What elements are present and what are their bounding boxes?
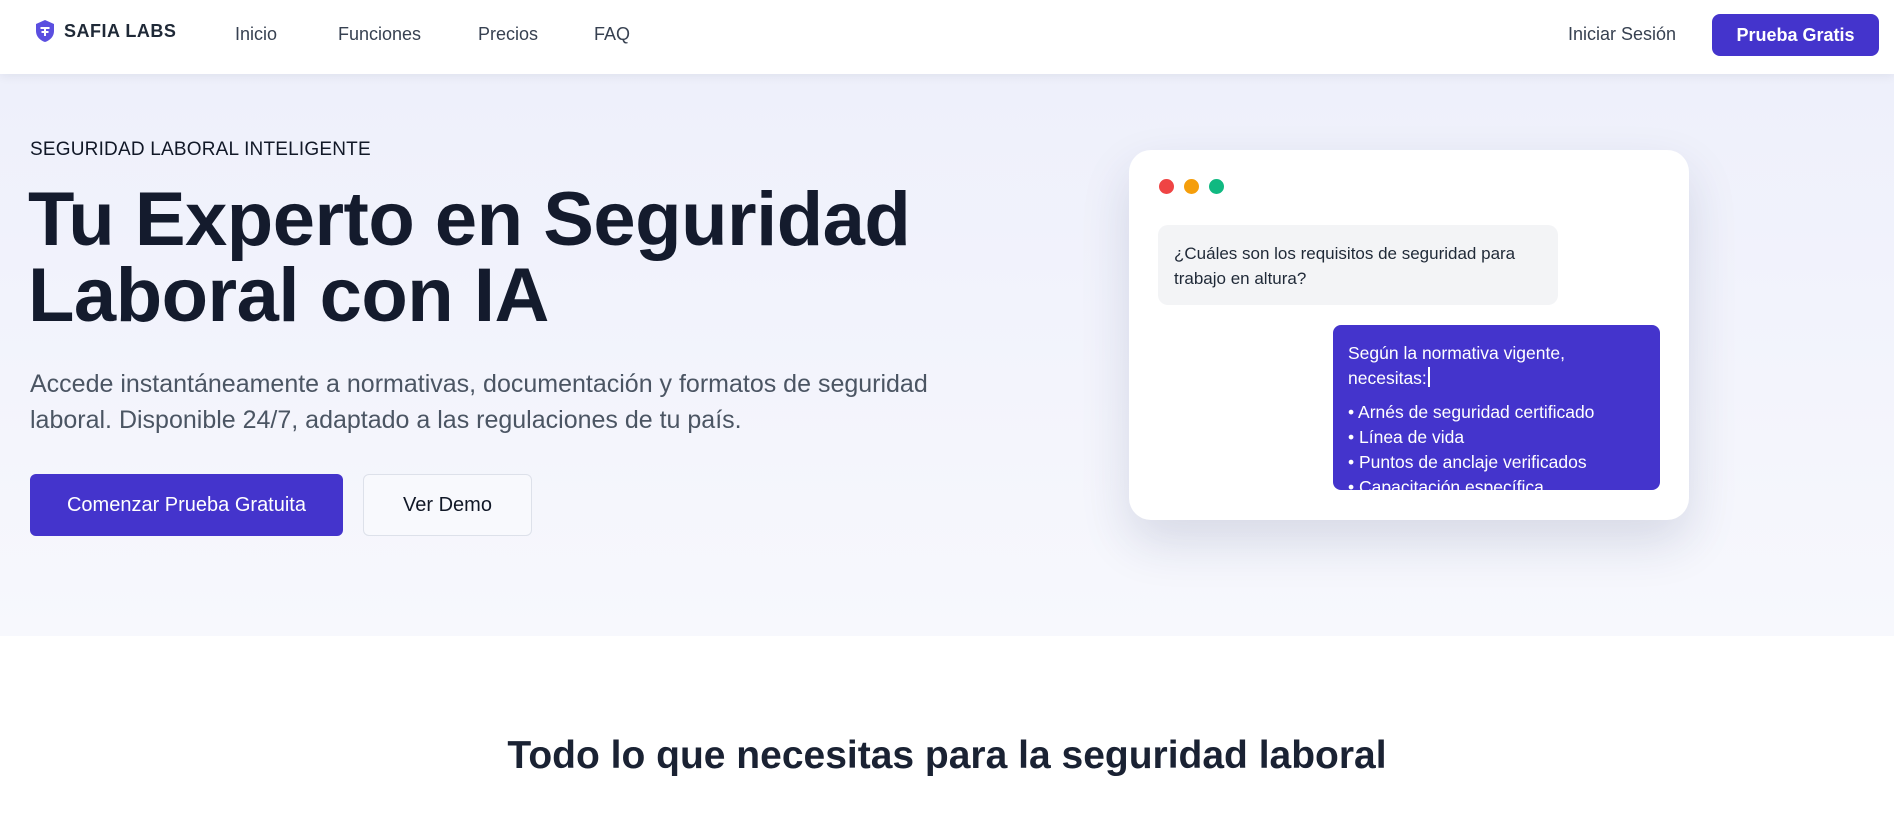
- ai-response-bubble: Según la normativa vigente, necesitas: •…: [1333, 325, 1660, 497]
- brand-name: SAFIA LABS: [64, 20, 177, 41]
- view-demo-button[interactable]: Ver Demo: [363, 474, 532, 536]
- brand-logo[interactable]: SAFIA LABS: [34, 19, 176, 43]
- hero-eyebrow: SEGURIDAD LABORAL INTELIGENTE: [30, 139, 371, 160]
- top-navbar: SAFIA LABS Inicio Funciones Precios FAQ …: [0, 0, 1894, 74]
- hero-title-line-1: Tu Experto en Seguridad: [28, 177, 911, 262]
- ai-response-intro: Según la normativa vigente, necesitas:: [1348, 343, 1565, 388]
- user-message-bubble: ¿Cuáles son los requisitos de seguridad …: [1158, 225, 1558, 305]
- hero-subtitle-line-2: laboral. Disponible 24/7, adaptado a las…: [30, 406, 742, 434]
- ai-response-item: • Puntos de anclaje verificados: [1348, 452, 1587, 472]
- hero-title: Tu Experto en Seguridad Laboral con IA: [28, 182, 1008, 334]
- ai-response-list: • Arnés de seguridad certificado • Línea…: [1348, 400, 1645, 500]
- features-section-title: Todo lo que necesitas para la seguridad …: [507, 734, 1387, 777]
- chat-preview-card: ¿Cuáles son los requisitos de seguridad …: [1129, 150, 1689, 520]
- hero-subtitle: Accede instantáneamente a normativas, do…: [30, 366, 980, 438]
- typing-caret: [1427, 367, 1430, 387]
- hero-title-line-2: Laboral con IA: [28, 253, 549, 338]
- shield-logo-icon: [36, 20, 54, 42]
- free-trial-nav-button[interactable]: Prueba Gratis: [1712, 14, 1879, 56]
- ai-response-item: • Capacitación específica: [1348, 477, 1544, 497]
- window-dot-yellow: [1184, 179, 1199, 194]
- nav-link-precios[interactable]: Precios: [478, 24, 538, 45]
- hero-subtitle-line-1: Accede instantáneamente a normativas, do…: [30, 370, 928, 398]
- ai-response-item: • Línea de vida: [1348, 427, 1465, 447]
- nav-link-funciones[interactable]: Funciones: [338, 24, 421, 45]
- window-dot-green: [1209, 179, 1224, 194]
- nav-link-inicio[interactable]: Inicio: [235, 24, 277, 45]
- ai-response-item: • Arnés de seguridad certificado: [1348, 402, 1595, 422]
- login-link[interactable]: Iniciar Sesión: [1568, 24, 1676, 45]
- start-free-trial-button[interactable]: Comenzar Prueba Gratuita: [30, 474, 343, 536]
- window-dot-red: [1159, 179, 1174, 194]
- nav-link-faq[interactable]: FAQ: [594, 24, 630, 45]
